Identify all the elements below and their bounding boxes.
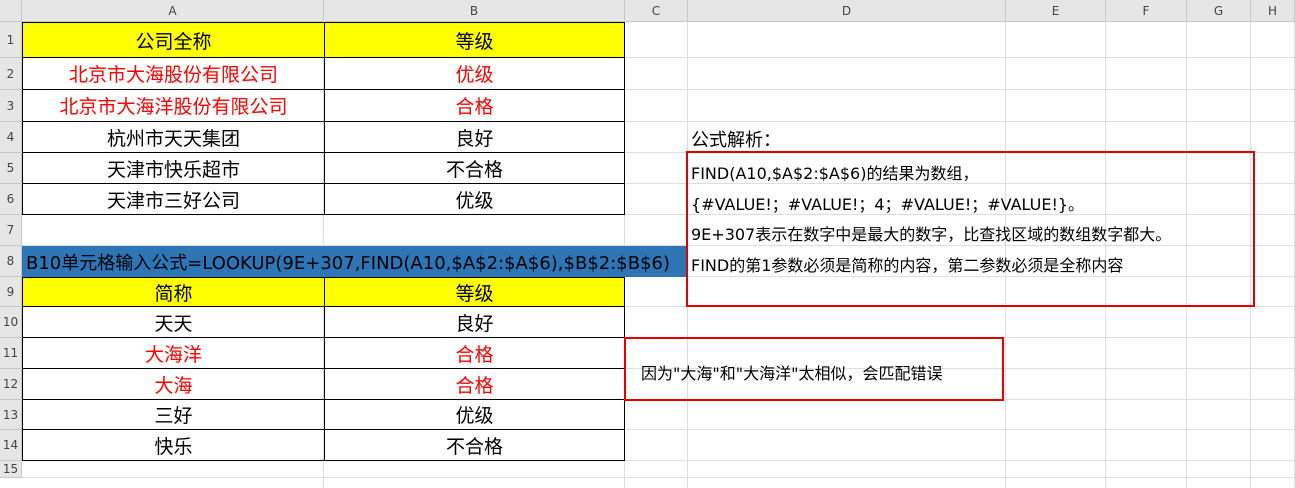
table1-cell-name[interactable]: 杭州市天天集团 [22, 121, 325, 153]
table1-cell-grade[interactable]: 优级 [324, 57, 625, 90]
row-header-11[interactable]: 11 [0, 338, 22, 369]
column-header-e[interactable]: E [1006, 0, 1106, 22]
table1-header-name[interactable]: 公司全称 [22, 22, 325, 58]
row-header-10[interactable]: 10 [0, 307, 22, 338]
analysis-line-1: FIND(A10,$A$2:$A$6)的结果为数组， [691, 164, 979, 183]
table2-header-name[interactable]: 简称 [22, 277, 325, 307]
table2-cell-name[interactable]: 大海 [22, 368, 325, 400]
analysis-title: 公式解析： [691, 130, 781, 151]
table2-cell-grade[interactable]: 优级 [324, 399, 625, 430]
table1-cell-name[interactable]: 天津市三好公司 [22, 183, 325, 215]
row-header-6[interactable]: 6 [0, 184, 22, 215]
note-text: 因为"大海"和"大海洋"太相似，会匹配错误 [641, 364, 943, 383]
row-header-14[interactable]: 14 [0, 430, 22, 461]
row-header-13[interactable]: 13 [0, 400, 22, 430]
column-header-f[interactable]: F [1106, 0, 1187, 22]
table1-cell-grade[interactable]: 良好 [324, 121, 625, 153]
analysis-line-2: {#VALUE!；#VALUE!；4；#VALUE!；#VALUE!}。 [691, 195, 1085, 214]
column-header-h[interactable]: H [1251, 0, 1295, 22]
table2-header-grade[interactable]: 等级 [324, 277, 625, 307]
column-header-a[interactable]: A [22, 0, 324, 22]
table2-cell-grade[interactable]: 合格 [324, 337, 625, 369]
row-header-9[interactable]: 9 [0, 277, 22, 307]
table2-cell-name[interactable]: 大海洋 [22, 337, 325, 369]
column-header-g[interactable]: G [1187, 0, 1251, 22]
column-header-b[interactable]: B [324, 0, 625, 22]
table1-header-grade[interactable]: 等级 [324, 22, 625, 58]
table2-cell-name[interactable]: 天天 [22, 306, 325, 338]
table1-cell-grade[interactable]: 合格 [324, 89, 625, 122]
table2-cell-name[interactable]: 三好 [22, 399, 325, 430]
table1-cell-grade[interactable]: 优级 [324, 183, 625, 215]
table1-cell-grade[interactable]: 不合格 [324, 152, 625, 184]
analysis-line-4: FIND的第1参数必须是简称的内容，第二参数必须是全称内容 [691, 256, 1124, 275]
row-header-12[interactable]: 12 [0, 369, 22, 400]
row-header-1[interactable]: 1 [0, 22, 22, 58]
table1-cell-name[interactable]: 北京市大海股份有限公司 [22, 57, 325, 90]
table1-cell-name[interactable]: 天津市快乐超市 [22, 152, 325, 184]
formula-banner[interactable]: B10单元格输入公式=LOOKUP(9E+307,FIND(A10,$A$2:$… [22, 246, 687, 277]
row-header-8[interactable]: 8 [0, 246, 22, 277]
table2-cell-grade[interactable]: 不合格 [324, 429, 625, 461]
select-all-corner[interactable] [0, 0, 22, 22]
table2-cell-name[interactable]: 快乐 [22, 429, 325, 461]
gridline-horizontal [22, 477, 1295, 478]
note-box: 因为"大海"和"大海洋"太相似，会匹配错误 [624, 337, 1004, 401]
row-header-3[interactable]: 3 [0, 90, 22, 122]
row-header-2[interactable]: 2 [0, 58, 22, 90]
column-header-c[interactable]: C [625, 0, 688, 22]
table2-cell-grade[interactable]: 合格 [324, 368, 625, 400]
analysis-line-3: 9E+307表示在数字中是最大的数字，比查找区域的数组数字都大。 [691, 225, 1172, 244]
analysis-box: FIND(A10,$A$2:$A$6)的结果为数组， {#VALUE!；#VAL… [686, 151, 1255, 307]
table1-cell-name[interactable]: 北京市大海洋股份有限公司 [22, 89, 325, 122]
row-header-15[interactable]: 15 [0, 461, 22, 478]
row-header-5[interactable]: 5 [0, 153, 22, 184]
table2-cell-grade[interactable]: 良好 [324, 306, 625, 338]
row-header-7[interactable]: 7 [0, 215, 22, 246]
column-header-d[interactable]: D [688, 0, 1006, 22]
row-header-4[interactable]: 4 [0, 122, 22, 153]
